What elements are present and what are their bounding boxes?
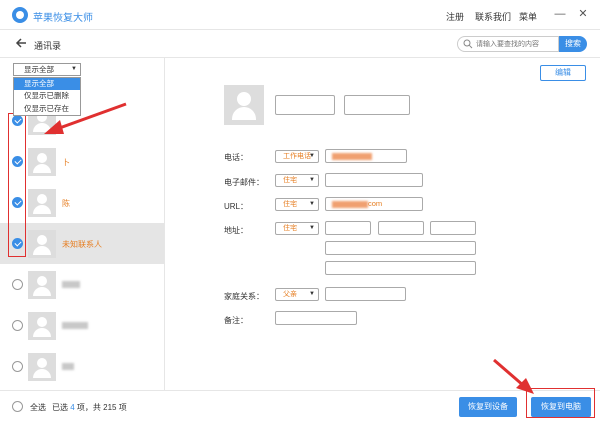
contact-checkbox[interactable]: [12, 279, 23, 290]
filter-option-existing[interactable]: 仅显示已存在: [14, 103, 80, 115]
phone-field[interactable]: [325, 149, 407, 163]
address-city-field[interactable]: [378, 221, 424, 235]
chevron-down-icon: ▼: [309, 177, 315, 183]
first-name-field[interactable]: [275, 95, 335, 115]
address-zip-field[interactable]: [325, 241, 476, 255]
chevron-down-icon: ▼: [309, 201, 315, 207]
page-header: 通讯录 搜索: [0, 30, 600, 58]
family-type-value: 父亲: [283, 291, 297, 298]
search-icon: [463, 39, 473, 49]
search-button[interactable]: 搜索: [559, 36, 587, 52]
contact-row[interactable]: [0, 346, 164, 387]
filter-dropdown: 显示全部 仅显示已删除 仅显示已存在: [13, 77, 81, 116]
search-input[interactable]: [476, 38, 556, 50]
chevron-down-icon: ▼: [309, 291, 315, 297]
last-name-field[interactable]: [344, 95, 410, 115]
note-field[interactable]: [275, 311, 357, 325]
edit-button[interactable]: 编辑: [540, 65, 586, 81]
address-type-select[interactable]: 住宅 ▼: [275, 222, 319, 235]
search-box: [457, 36, 559, 52]
contact-avatar-icon: [224, 85, 264, 125]
url-value: com: [368, 199, 383, 208]
url-label: URL：: [224, 202, 249, 211]
address-label: 地址：: [224, 226, 248, 235]
filter-option-all[interactable]: 显示全部: [14, 78, 80, 91]
app-title: 苹果恢复大师: [33, 13, 93, 24]
select-all-checkbox[interactable]: [12, 401, 23, 412]
avatar-icon: [28, 148, 56, 176]
address-country-field[interactable]: [325, 261, 476, 275]
summary-prefix: 已选: [52, 403, 68, 412]
chevron-down-icon: ▼: [309, 225, 315, 231]
contact-checkbox[interactable]: [12, 361, 23, 372]
chevron-down-icon: ▼: [71, 66, 77, 72]
select-all-label[interactable]: 全选: [30, 402, 46, 413]
page-title: 通讯录: [34, 41, 62, 51]
menu-register[interactable]: 注册: [446, 10, 464, 23]
address-type-value: 住宅: [283, 225, 297, 232]
address-state-field[interactable]: [430, 221, 476, 235]
annotation-frame: [526, 388, 595, 418]
chevron-down-icon: ▼: [309, 153, 315, 159]
avatar-icon: [28, 353, 56, 381]
avatar-icon: [28, 312, 56, 340]
phone-label: 电话：: [224, 153, 248, 162]
url-type-value: 住宅: [283, 201, 297, 208]
note-label: 备注：: [224, 316, 248, 325]
contact-name-blurred: [62, 321, 88, 330]
phone-type-select[interactable]: 工作电话 ▼: [275, 150, 319, 163]
menu-main[interactable]: 菜单: [519, 10, 537, 23]
contact-checkbox[interactable]: [12, 320, 23, 331]
filter-select[interactable]: 显示全部 ▼: [13, 63, 81, 76]
minimize-icon[interactable]: —: [553, 7, 567, 21]
family-label: 家庭关系：: [224, 292, 264, 301]
avatar-icon: [28, 230, 56, 258]
contact-name: 未知联系人: [62, 240, 102, 249]
avatar-icon: [28, 271, 56, 299]
address-street-field[interactable]: [325, 221, 371, 235]
contact-row[interactable]: [0, 264, 164, 305]
summary-suffix: 项，共 215 项: [76, 403, 127, 412]
email-type-value: 住宅: [283, 177, 297, 184]
restore-to-device-button[interactable]: 恢复到设备: [459, 397, 517, 417]
family-field[interactable]: [325, 287, 406, 301]
email-type-select[interactable]: 住宅 ▼: [275, 174, 319, 187]
contact-name-blurred: [62, 362, 74, 371]
annotation-frame: [8, 113, 26, 257]
selected-count: 4: [70, 403, 75, 412]
contact-name: 陈: [62, 199, 70, 208]
menu-contact-us[interactable]: 联系我们: [475, 10, 511, 23]
contact-row[interactable]: [0, 305, 164, 346]
back-arrow-icon[interactable]: [14, 36, 28, 50]
url-type-select[interactable]: 住宅 ▼: [275, 198, 319, 211]
url-field[interactable]: com: [325, 197, 423, 211]
app-logo-icon: [12, 7, 28, 23]
contact-name: 卜: [62, 158, 70, 167]
email-label: 电子邮件：: [224, 178, 264, 187]
phone-type-value: 工作电话: [283, 153, 311, 160]
contact-name-blurred: [62, 280, 80, 289]
avatar-icon: [28, 189, 56, 217]
filter-option-deleted[interactable]: 仅显示已删除: [14, 90, 80, 102]
close-icon[interactable]: ✕: [576, 7, 590, 21]
selection-summary: 已选 4 项，共 215 项: [52, 402, 127, 413]
filter-selected-value: 显示全部: [24, 65, 54, 74]
bottom-bar: 全选 已选 4 项，共 215 项 恢复到设备 恢复到电脑: [0, 390, 600, 421]
email-field[interactable]: [325, 173, 423, 187]
title-bar: 苹果恢复大师 注册 联系我们 菜单 — ✕: [0, 0, 600, 30]
family-type-select[interactable]: 父亲 ▼: [275, 288, 319, 301]
